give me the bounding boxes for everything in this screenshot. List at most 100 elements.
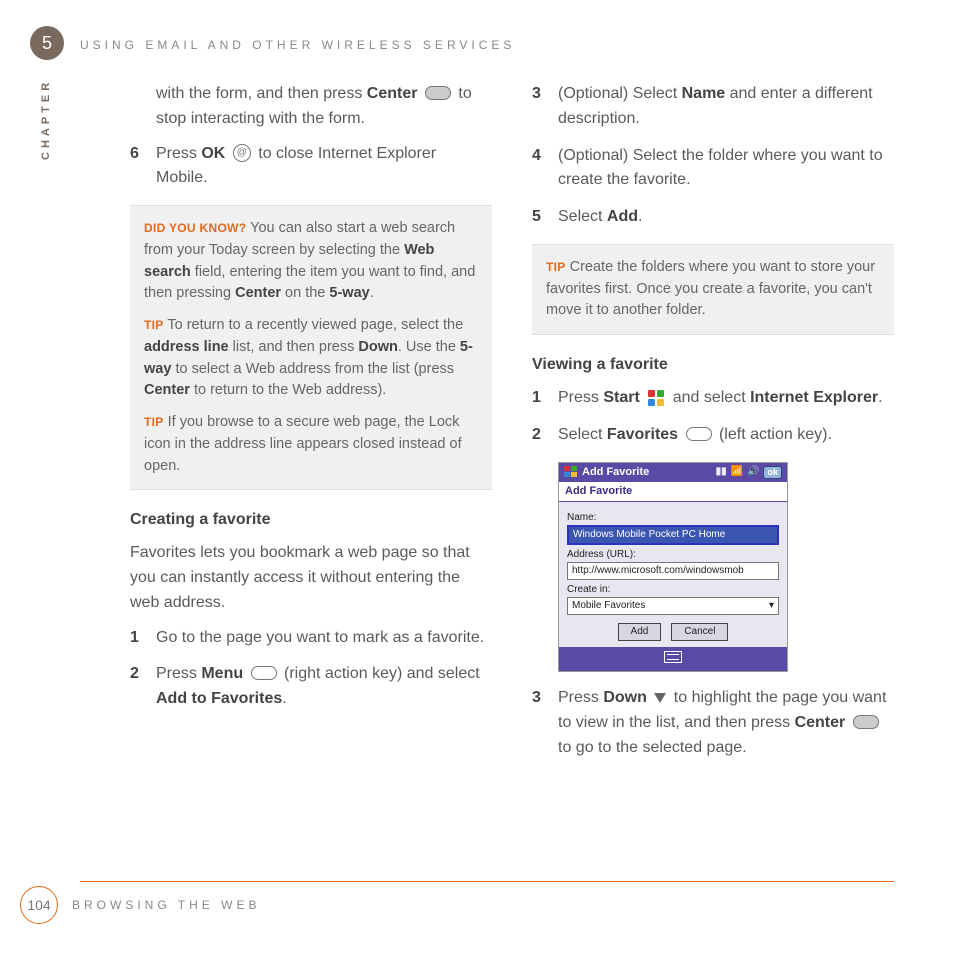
page-number: 104: [20, 886, 58, 924]
chapter-label: CHAPTER: [40, 79, 52, 160]
bold-down: Down: [603, 689, 647, 706]
text: .: [282, 690, 286, 707]
text: with the form, and then press: [156, 85, 367, 102]
center-button-icon: [425, 86, 451, 100]
speaker-icon: 🔊: [747, 466, 759, 478]
text: To return to a recently viewed page, sel…: [164, 317, 464, 333]
tip-label: TIP: [144, 415, 164, 429]
text: If you browse to a secure web page, the …: [144, 414, 462, 474]
add-button[interactable]: Add: [618, 623, 662, 641]
heading-creating-favorite: Creating a favorite: [130, 508, 492, 533]
text: .: [370, 285, 374, 301]
page: 5 CHAPTER USING EMAIL AND OTHER WIRELESS…: [0, 0, 954, 954]
text: (right action key) and select: [280, 665, 480, 682]
steps-continued: Press OK @ to close Internet Explorer Mo…: [130, 142, 492, 192]
bold: Center: [235, 285, 281, 301]
bold-start: Start: [603, 389, 639, 406]
footer-section: BROWSING THE WEB: [72, 898, 260, 912]
screenshot-footer: [559, 647, 787, 671]
step-6: Press OK @ to close Internet Explorer Mo…: [130, 142, 492, 192]
creating-step-5: Select Add.: [532, 205, 894, 230]
createin-label: Create in:: [567, 584, 779, 596]
text: Press: [558, 689, 603, 706]
text: . Use the: [398, 339, 460, 355]
tip-label: TIP: [546, 260, 566, 274]
center-button-icon: [853, 715, 879, 729]
text: Press: [558, 389, 603, 406]
continuation-text: with the form, and then press Center to …: [130, 82, 492, 132]
ok-button[interactable]: ok: [763, 466, 782, 479]
screenshot-subtitle: Add Favorite: [559, 482, 787, 502]
text: Press: [156, 145, 201, 162]
keyboard-icon[interactable]: [664, 651, 682, 663]
signal-icon: ▮▮: [716, 466, 727, 478]
createin-dropdown[interactable]: Mobile Favorites ▾: [567, 597, 779, 615]
cancel-button[interactable]: Cancel: [671, 623, 728, 641]
screenshot-body: Name: Windows Mobile Pocket PC Home Addr…: [559, 502, 787, 647]
tip-1: TIP To return to a recently viewed page,…: [144, 315, 478, 402]
bold-menu: Menu: [201, 665, 243, 682]
bold-center: Center: [795, 714, 846, 731]
tipbox-right: TIP Create the folders where you want to…: [532, 244, 894, 335]
creating-step-4: (Optional) Select the folder where you w…: [532, 144, 894, 194]
text: (left action key).: [715, 426, 832, 443]
bold: 5-way: [329, 285, 369, 301]
left-column: with the form, and then press Center to …: [130, 82, 492, 773]
chapter-number-badge: 5: [30, 26, 64, 60]
creating-steps-cont: (Optional) Select Name and enter a diffe…: [532, 82, 894, 230]
viewing-step-2: Select Favorites (left action key).: [532, 423, 894, 448]
address-field[interactable]: http://www.microsoft.com/windowsmob: [567, 562, 779, 580]
text: Press: [156, 665, 201, 682]
bold: Add: [607, 208, 638, 225]
tip-2: TIP If you browse to a secure web page, …: [144, 412, 478, 477]
action-key-icon: [251, 666, 277, 680]
action-key-icon: [686, 427, 712, 441]
name-field[interactable]: Windows Mobile Pocket PC Home: [567, 525, 779, 545]
text: to return to the Web address).: [190, 382, 386, 398]
bold: Name: [682, 85, 726, 102]
bold: Internet Explorer: [750, 389, 878, 406]
down-arrow-icon: [654, 693, 666, 703]
screenshot-titlebar: Add Favorite ▮▮ 📶 🔊 ok: [559, 463, 787, 482]
tip-label: TIP: [144, 318, 164, 332]
text: Create the folders where you want to sto…: [546, 259, 875, 319]
tipbox-left: DID YOU KNOW? You can also start a web s…: [130, 205, 492, 490]
ok-icon: @: [233, 144, 251, 162]
creating-step-3: (Optional) Select Name and enter a diffe…: [532, 82, 894, 132]
creating-steps: Go to the page you want to mark as a fav…: [130, 626, 492, 712]
bold-center: Center: [367, 85, 418, 102]
windows-flag-icon: [564, 466, 578, 478]
antenna-icon: 📶: [731, 466, 743, 478]
bold: address line: [144, 339, 229, 355]
bold: Center: [144, 382, 190, 398]
viewing-step-3: Press Down to highlight the page you wan…: [532, 686, 894, 760]
page-footer: 104 BROWSING THE WEB: [20, 886, 260, 924]
right-column: (Optional) Select Name and enter a diffe…: [532, 82, 894, 773]
did-you-know: DID YOU KNOW? You can also start a web s…: [144, 218, 478, 305]
footer-rule: [80, 881, 894, 882]
text: to go to the selected page.: [558, 739, 747, 756]
creating-intro: Favorites lets you bookmark a web page s…: [130, 541, 492, 615]
creating-step-1: Go to the page you want to mark as a fav…: [130, 626, 492, 651]
bold-ok: OK: [201, 145, 225, 162]
text: Select: [558, 208, 607, 225]
creating-step-2: Press Menu (right action key) and select…: [130, 662, 492, 712]
address-label: Address (URL):: [567, 549, 779, 561]
running-header: USING EMAIL AND OTHER WIRELESS SERVICES: [80, 38, 894, 52]
viewing-steps: Press Start and select Internet Explorer…: [532, 386, 894, 448]
name-label: Name:: [567, 512, 779, 524]
content-columns: with the form, and then press Center to …: [80, 82, 894, 773]
viewing-steps-cont: Press Down to highlight the page you wan…: [532, 686, 894, 760]
text: .: [638, 208, 642, 225]
text: (Optional) Select: [558, 85, 682, 102]
start-flag-icon: [647, 389, 665, 407]
dropdown-value: Mobile Favorites: [572, 600, 645, 612]
bold-favorites: Favorites: [607, 426, 678, 443]
bold: Add to Favorites: [156, 690, 282, 707]
text: and select: [668, 389, 750, 406]
device-screenshot: Add Favorite ▮▮ 📶 🔊 ok Add Favorite Name…: [558, 462, 788, 673]
text: to select a Web address from the list (p…: [171, 361, 454, 377]
viewing-step-1: Press Start and select Internet Explorer…: [532, 386, 894, 411]
dyk-label: DID YOU KNOW?: [144, 221, 246, 235]
screenshot-title: Add Favorite: [582, 466, 649, 479]
